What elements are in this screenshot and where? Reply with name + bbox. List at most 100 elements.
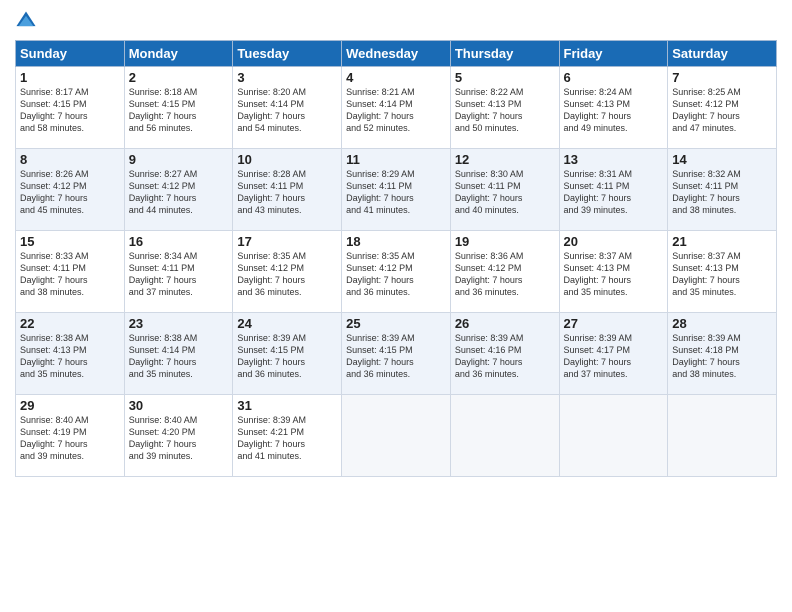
day-number: 9 xyxy=(129,152,229,167)
day-number: 21 xyxy=(672,234,772,249)
cell-info: Sunrise: 8:25 AM Sunset: 4:12 PM Dayligh… xyxy=(672,86,772,135)
day-number: 11 xyxy=(346,152,446,167)
calendar-cell: 10 Sunrise: 8:28 AM Sunset: 4:11 PM Dayl… xyxy=(233,149,342,231)
day-number: 1 xyxy=(20,70,120,85)
calendar-cell: 15 Sunrise: 8:33 AM Sunset: 4:11 PM Dayl… xyxy=(16,231,125,313)
day-number: 25 xyxy=(346,316,446,331)
cell-info: Sunrise: 8:40 AM Sunset: 4:20 PM Dayligh… xyxy=(129,414,229,463)
logo xyxy=(15,10,39,32)
day-number: 23 xyxy=(129,316,229,331)
calendar-cell: 3 Sunrise: 8:20 AM Sunset: 4:14 PM Dayli… xyxy=(233,67,342,149)
week-row-2: 8 Sunrise: 8:26 AM Sunset: 4:12 PM Dayli… xyxy=(16,149,777,231)
day-number: 17 xyxy=(237,234,337,249)
calendar-cell xyxy=(668,395,777,477)
cell-info: Sunrise: 8:32 AM Sunset: 4:11 PM Dayligh… xyxy=(672,168,772,217)
calendar-cell: 20 Sunrise: 8:37 AM Sunset: 4:13 PM Dayl… xyxy=(559,231,668,313)
cell-info: Sunrise: 8:37 AM Sunset: 4:13 PM Dayligh… xyxy=(672,250,772,299)
calendar-cell: 30 Sunrise: 8:40 AM Sunset: 4:20 PM Dayl… xyxy=(124,395,233,477)
day-number: 30 xyxy=(129,398,229,413)
col-header-friday: Friday xyxy=(559,41,668,67)
day-number: 18 xyxy=(346,234,446,249)
cell-info: Sunrise: 8:37 AM Sunset: 4:13 PM Dayligh… xyxy=(564,250,664,299)
cell-info: Sunrise: 8:39 AM Sunset: 4:17 PM Dayligh… xyxy=(564,332,664,381)
day-number: 4 xyxy=(346,70,446,85)
calendar-cell: 26 Sunrise: 8:39 AM Sunset: 4:16 PM Dayl… xyxy=(450,313,559,395)
calendar-cell: 29 Sunrise: 8:40 AM Sunset: 4:19 PM Dayl… xyxy=(16,395,125,477)
day-number: 29 xyxy=(20,398,120,413)
cell-info: Sunrise: 8:29 AM Sunset: 4:11 PM Dayligh… xyxy=(346,168,446,217)
calendar-cell xyxy=(559,395,668,477)
day-number: 16 xyxy=(129,234,229,249)
calendar-cell: 18 Sunrise: 8:35 AM Sunset: 4:12 PM Dayl… xyxy=(342,231,451,313)
day-number: 2 xyxy=(129,70,229,85)
day-number: 28 xyxy=(672,316,772,331)
day-number: 22 xyxy=(20,316,120,331)
calendar-cell: 14 Sunrise: 8:32 AM Sunset: 4:11 PM Dayl… xyxy=(668,149,777,231)
day-number: 7 xyxy=(672,70,772,85)
cell-info: Sunrise: 8:34 AM Sunset: 4:11 PM Dayligh… xyxy=(129,250,229,299)
calendar-cell: 25 Sunrise: 8:39 AM Sunset: 4:15 PM Dayl… xyxy=(342,313,451,395)
cell-info: Sunrise: 8:28 AM Sunset: 4:11 PM Dayligh… xyxy=(237,168,337,217)
week-row-3: 15 Sunrise: 8:33 AM Sunset: 4:11 PM Dayl… xyxy=(16,231,777,313)
calendar-cell xyxy=(342,395,451,477)
calendar-cell: 7 Sunrise: 8:25 AM Sunset: 4:12 PM Dayli… xyxy=(668,67,777,149)
column-headers: SundayMondayTuesdayWednesdayThursdayFrid… xyxy=(16,41,777,67)
cell-info: Sunrise: 8:40 AM Sunset: 4:19 PM Dayligh… xyxy=(20,414,120,463)
calendar-cell: 11 Sunrise: 8:29 AM Sunset: 4:11 PM Dayl… xyxy=(342,149,451,231)
cell-info: Sunrise: 8:39 AM Sunset: 4:18 PM Dayligh… xyxy=(672,332,772,381)
day-number: 20 xyxy=(564,234,664,249)
calendar-cell: 22 Sunrise: 8:38 AM Sunset: 4:13 PM Dayl… xyxy=(16,313,125,395)
col-header-monday: Monday xyxy=(124,41,233,67)
day-number: 15 xyxy=(20,234,120,249)
day-number: 19 xyxy=(455,234,555,249)
calendar-cell: 6 Sunrise: 8:24 AM Sunset: 4:13 PM Dayli… xyxy=(559,67,668,149)
cell-info: Sunrise: 8:38 AM Sunset: 4:14 PM Dayligh… xyxy=(129,332,229,381)
day-number: 5 xyxy=(455,70,555,85)
calendar-cell: 16 Sunrise: 8:34 AM Sunset: 4:11 PM Dayl… xyxy=(124,231,233,313)
day-number: 6 xyxy=(564,70,664,85)
cell-info: Sunrise: 8:24 AM Sunset: 4:13 PM Dayligh… xyxy=(564,86,664,135)
calendar-cell: 27 Sunrise: 8:39 AM Sunset: 4:17 PM Dayl… xyxy=(559,313,668,395)
cell-info: Sunrise: 8:21 AM Sunset: 4:14 PM Dayligh… xyxy=(346,86,446,135)
calendar-cell: 17 Sunrise: 8:35 AM Sunset: 4:12 PM Dayl… xyxy=(233,231,342,313)
cell-info: Sunrise: 8:33 AM Sunset: 4:11 PM Dayligh… xyxy=(20,250,120,299)
cell-info: Sunrise: 8:18 AM Sunset: 4:15 PM Dayligh… xyxy=(129,86,229,135)
day-number: 10 xyxy=(237,152,337,167)
cell-info: Sunrise: 8:39 AM Sunset: 4:15 PM Dayligh… xyxy=(346,332,446,381)
calendar-cell: 2 Sunrise: 8:18 AM Sunset: 4:15 PM Dayli… xyxy=(124,67,233,149)
cell-info: Sunrise: 8:38 AM Sunset: 4:13 PM Dayligh… xyxy=(20,332,120,381)
calendar-cell: 31 Sunrise: 8:39 AM Sunset: 4:21 PM Dayl… xyxy=(233,395,342,477)
header xyxy=(15,10,777,32)
day-number: 26 xyxy=(455,316,555,331)
cell-info: Sunrise: 8:22 AM Sunset: 4:13 PM Dayligh… xyxy=(455,86,555,135)
cell-info: Sunrise: 8:36 AM Sunset: 4:12 PM Dayligh… xyxy=(455,250,555,299)
cell-info: Sunrise: 8:26 AM Sunset: 4:12 PM Dayligh… xyxy=(20,168,120,217)
calendar-cell: 24 Sunrise: 8:39 AM Sunset: 4:15 PM Dayl… xyxy=(233,313,342,395)
calendar-cell: 5 Sunrise: 8:22 AM Sunset: 4:13 PM Dayli… xyxy=(450,67,559,149)
cell-info: Sunrise: 8:39 AM Sunset: 4:16 PM Dayligh… xyxy=(455,332,555,381)
cell-info: Sunrise: 8:20 AM Sunset: 4:14 PM Dayligh… xyxy=(237,86,337,135)
week-row-1: 1 Sunrise: 8:17 AM Sunset: 4:15 PM Dayli… xyxy=(16,67,777,149)
week-row-5: 29 Sunrise: 8:40 AM Sunset: 4:19 PM Dayl… xyxy=(16,395,777,477)
day-number: 3 xyxy=(237,70,337,85)
col-header-wednesday: Wednesday xyxy=(342,41,451,67)
page: SundayMondayTuesdayWednesdayThursdayFrid… xyxy=(0,0,792,612)
cell-info: Sunrise: 8:39 AM Sunset: 4:15 PM Dayligh… xyxy=(237,332,337,381)
cell-info: Sunrise: 8:17 AM Sunset: 4:15 PM Dayligh… xyxy=(20,86,120,135)
calendar-cell: 9 Sunrise: 8:27 AM Sunset: 4:12 PM Dayli… xyxy=(124,149,233,231)
day-number: 27 xyxy=(564,316,664,331)
calendar-cell: 1 Sunrise: 8:17 AM Sunset: 4:15 PM Dayli… xyxy=(16,67,125,149)
calendar-table: SundayMondayTuesdayWednesdayThursdayFrid… xyxy=(15,40,777,477)
logo-icon xyxy=(15,10,37,32)
calendar-cell: 19 Sunrise: 8:36 AM Sunset: 4:12 PM Dayl… xyxy=(450,231,559,313)
cell-info: Sunrise: 8:35 AM Sunset: 4:12 PM Dayligh… xyxy=(346,250,446,299)
calendar-cell: 8 Sunrise: 8:26 AM Sunset: 4:12 PM Dayli… xyxy=(16,149,125,231)
calendar-cell: 4 Sunrise: 8:21 AM Sunset: 4:14 PM Dayli… xyxy=(342,67,451,149)
calendar-cell xyxy=(450,395,559,477)
calendar-cell: 23 Sunrise: 8:38 AM Sunset: 4:14 PM Dayl… xyxy=(124,313,233,395)
day-number: 31 xyxy=(237,398,337,413)
cell-info: Sunrise: 8:39 AM Sunset: 4:21 PM Dayligh… xyxy=(237,414,337,463)
day-number: 8 xyxy=(20,152,120,167)
week-row-4: 22 Sunrise: 8:38 AM Sunset: 4:13 PM Dayl… xyxy=(16,313,777,395)
col-header-saturday: Saturday xyxy=(668,41,777,67)
